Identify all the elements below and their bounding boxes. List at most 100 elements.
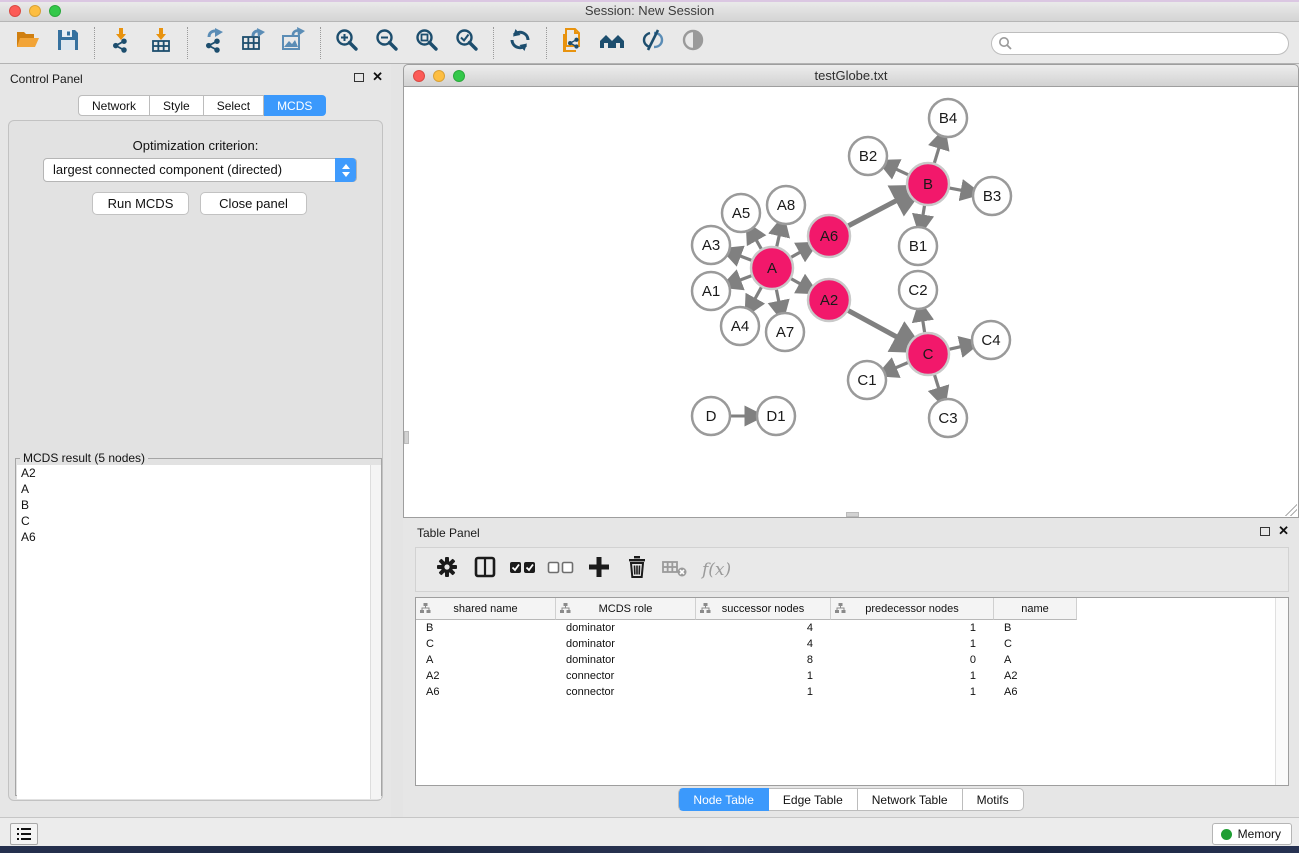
graph-node-D1[interactable]: D1 <box>757 397 795 435</box>
mcds-result-scrollbar[interactable] <box>370 465 381 799</box>
column-header-successor-nodes[interactable]: successor nodes <box>696 598 831 620</box>
tab-style[interactable]: Style <box>150 95 204 116</box>
graph-node-A8[interactable]: A8 <box>767 186 805 224</box>
table-scrollbar[interactable] <box>1275 598 1288 785</box>
task-history-button[interactable] <box>10 823 38 845</box>
tab-select[interactable]: Select <box>204 95 264 116</box>
tab-node-table[interactable]: Node Table <box>678 788 769 811</box>
graph-node-C[interactable]: C <box>907 333 949 375</box>
mcds-result-list[interactable]: A2ABCA6 <box>17 465 381 799</box>
graph-node-A7[interactable]: A7 <box>766 313 804 351</box>
close-table-panel-icon[interactable]: ✕ <box>1278 526 1289 536</box>
zoom-selected-button[interactable] <box>447 25 487 61</box>
tab-mcds[interactable]: MCDS <box>264 95 326 116</box>
graph-node-C1[interactable]: C1 <box>848 361 886 399</box>
graph-edge-B-B2[interactable] <box>892 167 908 174</box>
node-table[interactable]: shared nameMCDS rolesuccessor nodesprede… <box>415 597 1289 786</box>
mcds-result-item[interactable]: A <box>17 481 381 497</box>
function-builder-button[interactable]: f(x) <box>702 560 731 580</box>
minimize-window-button[interactable] <box>29 5 41 17</box>
close-panel-icon[interactable]: ✕ <box>372 72 383 82</box>
delete-table-button[interactable] <box>656 553 694 587</box>
graph-edge-A-A4[interactable] <box>753 287 761 302</box>
deselect-all-button[interactable] <box>542 553 580 587</box>
new-network-from-selection-button[interactable] <box>553 25 593 61</box>
export-table-button[interactable] <box>234 25 274 61</box>
canvas-hscroll-thumb[interactable] <box>846 512 859 517</box>
graph-edge-C-C2[interactable] <box>922 317 924 333</box>
graph-node-B3[interactable]: B3 <box>973 177 1011 215</box>
graph-node-B4[interactable]: B4 <box>929 99 967 137</box>
tab-network[interactable]: Network <box>78 95 150 116</box>
graph-node-A3[interactable]: A3 <box>692 226 730 264</box>
delete-entry-button[interactable] <box>618 553 656 587</box>
search-input[interactable] <box>991 32 1289 55</box>
graph-edge-B-B4[interactable] <box>934 144 940 163</box>
zoom-fit-button[interactable] <box>407 25 447 61</box>
mcds-result-item[interactable]: B <box>17 497 381 513</box>
network-window-titlebar[interactable]: testGlobe.txt <box>403 64 1299 87</box>
graph-edge-A-A5[interactable] <box>754 237 761 249</box>
export-network-button[interactable] <box>194 25 234 61</box>
column-header-MCDS-role[interactable]: MCDS role <box>556 598 696 620</box>
resize-grip-icon[interactable] <box>1285 504 1297 516</box>
export-image-button[interactable] <box>274 25 314 61</box>
graph-edge-A-A7[interactable] <box>776 290 779 306</box>
mcds-result-item[interactable]: A6 <box>17 529 381 545</box>
refresh-layout-button[interactable] <box>500 25 540 61</box>
graph-edge-A-A8[interactable] <box>777 231 780 246</box>
graph-svg[interactable]: AA1A2A3A4A5A6A7A8BB1B2B3B4CC1C2C3C4DD1 <box>404 87 1298 516</box>
show-hide-eye-button[interactable] <box>673 25 713 61</box>
column-layout-button[interactable] <box>466 553 504 587</box>
open-file-button[interactable] <box>8 25 48 61</box>
mcds-result-item[interactable]: C <box>17 513 381 529</box>
save-session-button[interactable] <box>48 25 88 61</box>
graph-node-A2[interactable]: A2 <box>808 279 850 321</box>
graph-node-B2[interactable]: B2 <box>849 137 887 175</box>
settings-gear-button[interactable] <box>428 553 466 587</box>
run-mcds-button[interactable]: Run MCDS <box>92 192 189 215</box>
toggle-details-button[interactable] <box>633 25 673 61</box>
table-row[interactable]: Adominator80A <box>416 653 1288 669</box>
graph-node-B1[interactable]: B1 <box>899 227 937 265</box>
column-header-predecessor-nodes[interactable]: predecessor nodes <box>831 598 994 620</box>
graph-node-C4[interactable]: C4 <box>972 321 1010 359</box>
float-panel-icon[interactable] <box>354 73 364 82</box>
window-controls[interactable] <box>9 5 61 17</box>
zoom-in-button[interactable] <box>327 25 367 61</box>
network-canvas[interactable]: AA1A2A3A4A5A6A7A8BB1B2B3B4CC1C2C3C4DD1 <box>403 87 1299 518</box>
graph-edge-A6-B[interactable] <box>848 197 902 225</box>
graph-node-C3[interactable]: C3 <box>929 399 967 437</box>
mcds-result-item[interactable]: A2 <box>17 465 381 481</box>
select-all-button[interactable] <box>504 553 542 587</box>
graph-edge-B-B1[interactable] <box>922 206 924 220</box>
network-minimize-button[interactable] <box>433 70 445 82</box>
criterion-dropdown[interactable]: largest connected component (directed) <box>43 158 357 182</box>
column-header-name[interactable]: name <box>994 598 1077 620</box>
graph-edge-A-A6[interactable] <box>791 250 804 257</box>
graph-node-A5[interactable]: A5 <box>722 194 760 232</box>
graph-node-A1[interactable]: A1 <box>692 272 730 310</box>
add-entry-button[interactable] <box>580 553 618 587</box>
graph-node-C2[interactable]: C2 <box>899 271 937 309</box>
show-all-networks-button[interactable] <box>593 25 633 61</box>
graph-edge-A-A2[interactable] <box>791 279 804 286</box>
network-close-button[interactable] <box>413 70 425 82</box>
zoom-window-button[interactable] <box>49 5 61 17</box>
import-table-button[interactable] <box>141 25 181 61</box>
column-header-shared-name[interactable]: shared name <box>416 598 556 620</box>
tab-motifs[interactable]: Motifs <box>963 788 1024 811</box>
table-row[interactable]: A2connector11A2 <box>416 669 1288 685</box>
graph-edge-C-C4[interactable] <box>949 346 964 349</box>
table-row[interactable]: Cdominator41C <box>416 637 1288 653</box>
graph-edge-A-A3[interactable] <box>736 255 751 261</box>
network-zoom-button[interactable] <box>453 70 465 82</box>
graph-node-A6[interactable]: A6 <box>808 215 850 257</box>
graph-node-A[interactable]: A <box>751 247 793 289</box>
close-panel-button[interactable]: Close panel <box>200 192 307 215</box>
graph-edge-B-B3[interactable] <box>950 188 966 191</box>
graph-edge-A-A1[interactable] <box>736 276 751 282</box>
zoom-out-button[interactable] <box>367 25 407 61</box>
close-window-button[interactable] <box>9 5 21 17</box>
graph-node-A4[interactable]: A4 <box>721 307 759 345</box>
